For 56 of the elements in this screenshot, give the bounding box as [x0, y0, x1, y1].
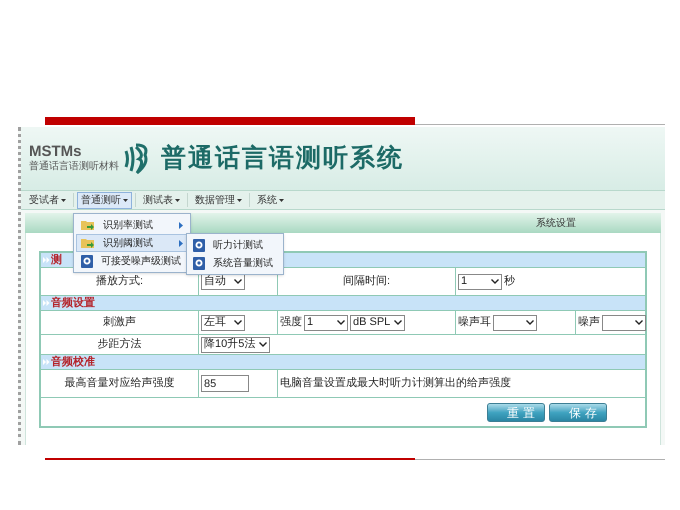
menu-entry[interactable]: 系统音量测试 [189, 254, 281, 272]
app-title: 普通话言语测听系统 [161, 142, 404, 174]
menu-entry[interactable]: 听力计测试 [189, 236, 281, 254]
chevron-down-icon [234, 320, 242, 325]
caret-icon [123, 198, 128, 202]
logo-subtitle: 普通话言语测听材料 [29, 161, 119, 173]
chevron-down-icon [394, 320, 402, 325]
caret-icon [279, 198, 284, 202]
menu-item[interactable]: 普通测听 [77, 192, 132, 208]
menu-item[interactable]: 受试者 [25, 192, 70, 208]
caret-icon [237, 198, 242, 202]
double-chevron-icon [43, 300, 50, 306]
panel-title: 系统设置 [536, 216, 576, 230]
field-label: 强度 [280, 314, 302, 330]
chevron-down-icon [526, 320, 534, 325]
select-field[interactable] [493, 314, 537, 330]
folder-arrow-icon [81, 237, 95, 249]
select-field[interactable] [602, 314, 646, 330]
chevron-down-icon [337, 320, 345, 325]
caret-icon [61, 198, 66, 202]
select-field[interactable]: 1 [458, 274, 502, 290]
chevron-down-icon [635, 320, 643, 325]
menu-item[interactable]: 数据管理 [191, 192, 246, 208]
field-label: 噪声耳 [458, 315, 491, 330]
app-icon [193, 238, 205, 252]
field-label: 噪声 [578, 315, 600, 330]
logo-text: MSTMs [29, 144, 82, 159]
menu-entry[interactable]: 识别阈测试 [76, 234, 188, 252]
menu-item[interactable]: 测试表 [139, 192, 184, 208]
field-label: 最高音量对应给声强度 [64, 376, 174, 392]
chevron-down-icon [491, 279, 499, 284]
menu-entry[interactable]: 可接受噪声级测试 [76, 252, 188, 270]
field-label: 秒 [504, 274, 515, 290]
menu-item[interactable]: 系统 [253, 192, 288, 208]
field-label: 播放方式: [96, 274, 144, 290]
double-chevron-icon [43, 359, 50, 365]
chevron-down-icon [259, 342, 268, 347]
select-field[interactable]: 降10升5法 [201, 336, 270, 352]
section-title: 测 [51, 252, 62, 268]
section-title: 音频设置 [51, 296, 95, 311]
select-field[interactable]: 1 [304, 314, 348, 330]
help-text: 电脑音量设置成最大时听力计测算出的给声强度 [280, 376, 511, 392]
field-label: 间隔时间: [342, 274, 390, 290]
double-chevron-icon [43, 257, 50, 263]
app-icon [193, 256, 205, 270]
folder-arrow-icon [81, 219, 95, 231]
chevron-down-icon [234, 279, 242, 284]
caret-icon [175, 198, 180, 202]
field-label: 步距方法 [98, 336, 142, 352]
app-icon [81, 254, 93, 268]
select-field[interactable]: 左耳 [201, 314, 245, 330]
select-field[interactable]: dB SPL [350, 314, 406, 330]
section-title: 音频校准 [51, 354, 95, 370]
menu-entry[interactable]: 识别率测试 [76, 216, 188, 234]
input-field[interactable]: 85 [201, 375, 249, 392]
field-label: 刺激声 [103, 315, 136, 330]
